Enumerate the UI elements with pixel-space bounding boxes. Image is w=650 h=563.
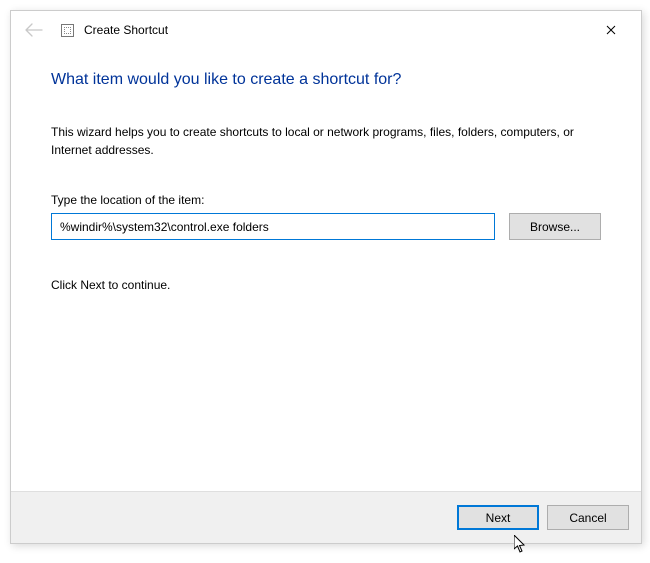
location-input[interactable]	[51, 213, 495, 240]
content-area: What item would you like to create a sho…	[11, 49, 641, 491]
location-label: Type the location of the item:	[51, 193, 601, 207]
continue-instruction: Click Next to continue.	[51, 278, 601, 292]
back-arrow-icon	[25, 23, 43, 37]
titlebar: Create Shortcut	[11, 11, 641, 49]
dialog-title: Create Shortcut	[84, 23, 168, 37]
cancel-button[interactable]: Cancel	[547, 505, 629, 530]
close-icon	[606, 25, 616, 35]
next-button[interactable]: Next	[457, 505, 539, 530]
location-row: Browse...	[51, 213, 601, 240]
wizard-description: This wizard helps you to create shortcut…	[51, 123, 601, 159]
wizard-headline: What item would you like to create a sho…	[51, 71, 601, 89]
create-shortcut-dialog: Create Shortcut What item would you like…	[10, 10, 642, 544]
dialog-footer: Next Cancel	[11, 491, 641, 543]
browse-button[interactable]: Browse...	[509, 213, 601, 240]
close-button[interactable]	[591, 15, 631, 45]
shortcut-app-icon	[61, 24, 74, 37]
